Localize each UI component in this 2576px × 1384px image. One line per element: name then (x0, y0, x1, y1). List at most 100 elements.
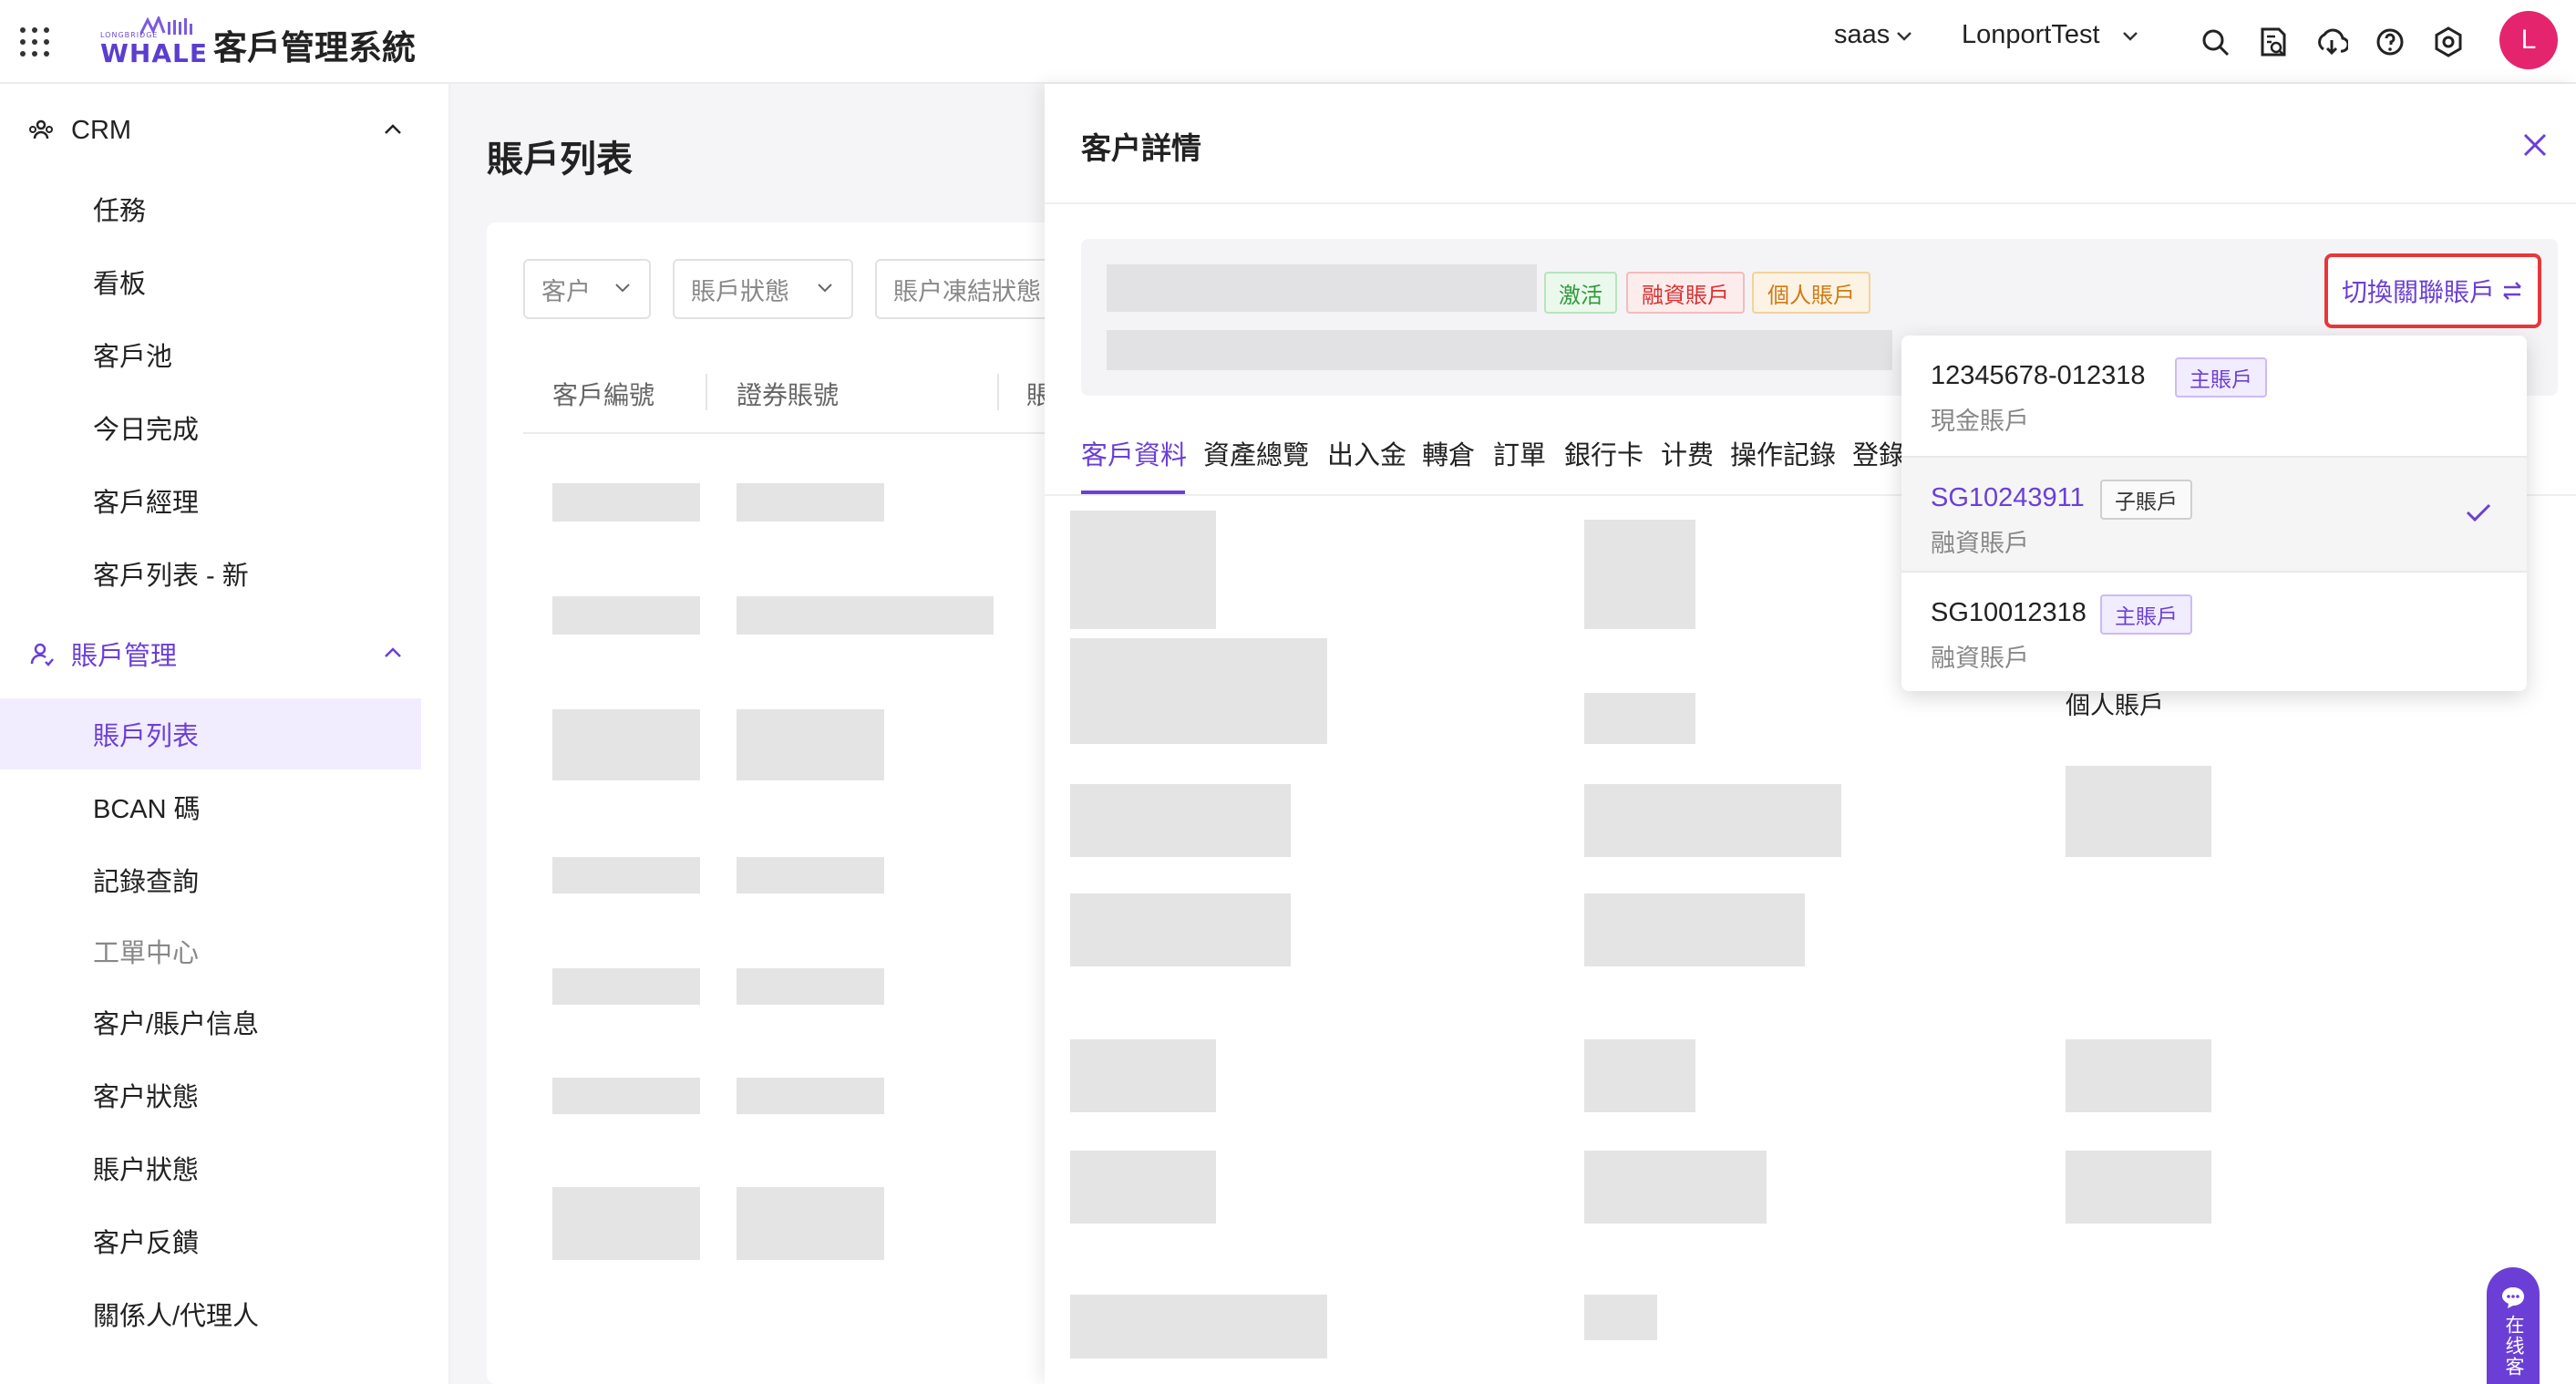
download-icon[interactable] (2315, 26, 2348, 58)
blurred-field (1070, 893, 1291, 966)
blurred-field (1070, 1295, 1327, 1358)
sidebar-group-account-mgmt[interactable]: 賬戶管理 (0, 618, 421, 689)
sidebar-item-label: 客戶池 (93, 343, 173, 372)
blurred-field (1584, 893, 1805, 966)
sidebar-item-tasks[interactable]: 任務 (0, 173, 421, 244)
whale-logo[interactable]: LONGBRIDGE WHALE (98, 16, 207, 68)
account-type: 融資賬戶 (1931, 645, 2029, 672)
blurred-cell (552, 1187, 700, 1260)
status-badge-active: 激活 (1544, 272, 1617, 314)
sidebar-item-label: 賬户狀態 (93, 1156, 200, 1185)
sidebar-item-customer-account-info[interactable]: 客户/賬户信息 (0, 986, 421, 1058)
tab-operation-log[interactable]: 操作記錄 (1730, 434, 1836, 472)
sidebar-item-label: 記錄查詢 (93, 868, 200, 897)
sidebar-item-bcan-code[interactable]: BCAN 碼 (0, 771, 421, 842)
filter-label: 客户 (541, 277, 591, 305)
chevron-down-icon (1897, 31, 1912, 41)
filter-label: 賬戶狀態 (691, 277, 789, 305)
chevron-down-icon (615, 284, 630, 293)
sidebar-item-label: 賬戶列表 (93, 722, 200, 751)
tab-customer-info[interactable]: 客戶資料 (1081, 434, 1187, 472)
filter-account-status[interactable]: 賬戶狀態 (673, 259, 853, 319)
linked-account-option-selected[interactable]: SG10243911 子賬戶 融資賬戶 (1901, 458, 2527, 573)
column-header-securities-account[interactable]: 證券賬號 (737, 376, 839, 412)
filter-label: 賬户凍結狀態 (893, 277, 1041, 305)
sidebar-item-label: 客戶列表 - 新 (93, 562, 249, 591)
blurred-cell (737, 1078, 884, 1114)
logo-text: WHALE (100, 38, 208, 68)
sidebar-item-label: 客戶經理 (93, 489, 200, 518)
tab-asset-overview[interactable]: 資產總覽 (1203, 434, 1309, 472)
account-number: 12345678-012318 (1931, 361, 2146, 390)
sidebar-item-label: 客户狀態 (93, 1083, 200, 1112)
blurred-field (1584, 693, 1695, 744)
app-title: 客戶管理系統 (213, 29, 416, 67)
support-label: 在线客 (2503, 1315, 2524, 1378)
column-divider (706, 374, 707, 410)
linked-account-dropdown: 12345678-012318 主賬戶 現金賬戶 SG10243911 子賬戶 … (1901, 336, 2527, 691)
blurred-field (1584, 1151, 1767, 1224)
user-avatar[interactable]: L (2499, 11, 2558, 69)
sidebar-item-account-manager[interactable]: 客戶經理 (0, 465, 421, 536)
sidebar-item-customer-list-new[interactable]: 客戶列表 - 新 (0, 538, 421, 609)
account-selector[interactable]: LonportTest (1962, 20, 2140, 50)
blurred-field (1070, 784, 1291, 857)
sidebar-item-today-done[interactable]: 今日完成 (0, 392, 421, 463)
close-icon[interactable] (2521, 131, 2549, 159)
sidebar-item-customer-status[interactable]: 客户狀態 (0, 1059, 421, 1131)
tab-login[interactable]: 登錄 (1852, 434, 1905, 472)
blurred-field (2066, 1039, 2211, 1112)
chevron-down-icon (2122, 31, 2138, 41)
tab-bank-card[interactable]: 銀行卡 (1564, 434, 1643, 472)
blurred-cell (737, 709, 884, 780)
sidebar-group-crm[interactable]: CRM (0, 95, 421, 166)
sidebar-item-label: 今日完成 (93, 416, 200, 445)
chevron-up-icon (385, 647, 401, 657)
tab-billing[interactable]: 计费 (1661, 434, 1714, 472)
tenant-selector[interactable]: saas (1834, 20, 1913, 50)
linked-account-option[interactable]: 12345678-012318 主賬戶 現金賬戶 (1901, 336, 2527, 450)
sidebar-item-record-query[interactable]: 記錄查詢 (0, 844, 421, 915)
search-icon[interactable] (2199, 26, 2231, 58)
drawer-title: 客户詳情 (1081, 131, 1201, 165)
top-header: LONGBRIDGE WHALE 客戶管理系統 saas LonportTest… (0, 0, 2576, 84)
sidebar-item-account-status[interactable]: 賬户狀態 (0, 1132, 421, 1203)
account-type: 融資賬戶 (1931, 530, 2029, 557)
sidebar-item-label: 客户反饋 (93, 1229, 200, 1258)
chat-bubble-icon (2502, 1287, 2524, 1308)
sidebar-item-related-persons[interactable]: 關係人/代理人 (0, 1278, 421, 1349)
account-number: SG10243911 (1931, 483, 2085, 512)
blurred-cell (552, 857, 700, 893)
chevron-down-icon (818, 284, 832, 293)
filter-freeze-status[interactable]: 賬户凍結狀態 (875, 259, 1045, 319)
sidebar-item-label: 任務 (93, 197, 147, 226)
apps-grid-icon[interactable] (20, 27, 49, 57)
tenant-label: saas (1834, 20, 1891, 49)
tab-orders[interactable]: 訂單 (1493, 434, 1546, 472)
sidebar-group-label: CRM (71, 115, 132, 145)
sidebar-item-customer-pool[interactable]: 客戶池 (0, 319, 421, 390)
document-search-icon[interactable] (2257, 26, 2290, 58)
column-header-customer-no[interactable]: 客戶編號 (552, 376, 654, 412)
switch-linked-account-button[interactable]: 切換關聯賬戶 (2324, 253, 2541, 328)
sidebar-item-account-list[interactable]: 賬戶列表 (0, 698, 421, 769)
account-role-badge: 主賬戶 (2175, 357, 2267, 398)
blurred-cell (552, 709, 700, 780)
sidebar-item-label: 客户/賬户信息 (93, 1010, 260, 1039)
swap-icon (2503, 282, 2521, 300)
sidebar-group-label: 賬戶管理 (71, 642, 178, 671)
status-badge-individual: 個人賬戶 (1752, 272, 1870, 314)
online-support-widget[interactable]: 在线客 (2487, 1267, 2540, 1384)
blurred-field (1070, 1039, 1216, 1112)
switch-linked-account-label: 切換關聯賬戶 (2341, 278, 2495, 306)
tab-deposit-withdraw[interactable]: 出入金 (1327, 434, 1406, 472)
tab-transfer[interactable]: 轉倉 (1422, 434, 1475, 472)
sidebar-item-customer-feedback[interactable]: 客户反饋 (0, 1205, 421, 1276)
linked-account-option[interactable]: SG10012318 主賬戶 融資賬戶 (1901, 573, 2527, 687)
filter-customer[interactable]: 客户 (523, 259, 651, 319)
account-number: SG10012318 (1931, 598, 2087, 627)
settings-icon[interactable] (2432, 26, 2465, 58)
blurred-cell (737, 968, 884, 1005)
sidebar-item-kanban[interactable]: 看板 (0, 246, 421, 317)
help-icon[interactable] (2374, 26, 2406, 58)
